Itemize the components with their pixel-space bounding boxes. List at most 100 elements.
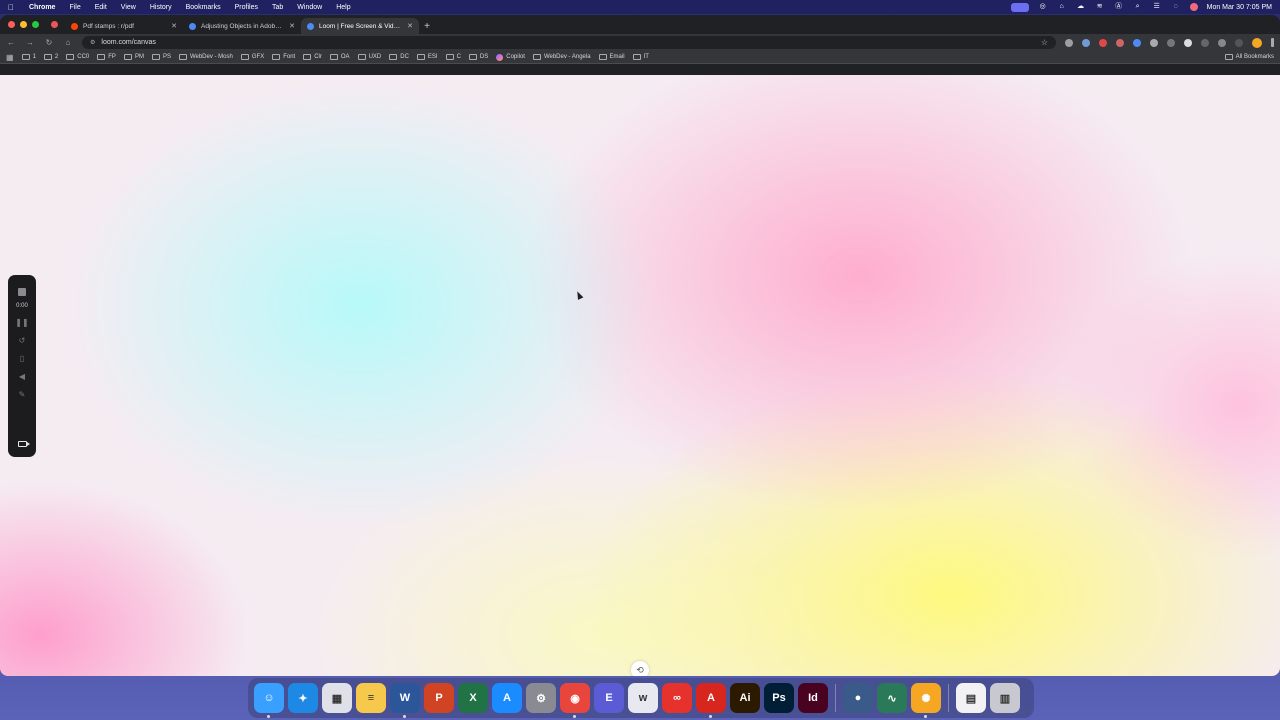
bookmark-folder[interactable]: FP [97,54,116,60]
input-source-icon[interactable]: Ⓐ [1114,3,1124,11]
apple-icon[interactable]:  [0,3,22,12]
dock-word-icon[interactable]: W [390,683,420,718]
reload-icon[interactable]: ↻ [44,38,54,47]
bookmark-folder[interactable]: PS [151,54,171,60]
close-tab-icon[interactable]: ✕ [407,22,413,30]
siri-icon[interactable]: ◌ [1171,3,1181,11]
close-tab-icon[interactable]: ✕ [289,22,295,30]
extension-1-icon[interactable] [1065,38,1073,47]
dock-webstorm-icon[interactable]: w [628,683,658,713]
home-icon[interactable]: ⌂ [63,38,73,47]
bookmark-folder[interactable]: Email [598,54,625,60]
extension-5-icon[interactable] [1133,38,1141,47]
menu-view[interactable]: View [114,4,143,11]
dock-chrome-icon[interactable]: ◉ [560,683,590,718]
bookmark-folder[interactable]: DS [468,54,488,60]
draw-button[interactable]: ✎ [12,385,32,403]
apps-grid-icon[interactable]: ▦ [6,53,14,62]
loom-canvas[interactable]: 0:00 ❚❚ ↺ ▯ ◀ ✎ ⟲ [0,75,1280,676]
stop-recording-button[interactable] [12,283,32,301]
menu-help[interactable]: Help [329,4,357,11]
extension-2-icon[interactable] [1082,38,1090,47]
control-center-icon[interactable]: ☰ [1152,3,1162,11]
bookmark-folder[interactable]: C [445,54,461,60]
bookmark-folder[interactable]: UXD [357,54,381,60]
bookmark-folder[interactable]: ESI [416,54,438,60]
user-avatar-icon[interactable] [1189,3,1198,11]
profile-avatar[interactable] [1252,37,1262,48]
tab-loom[interactable]: Loom | Free Screen & Video F ✕ [301,18,419,34]
bookmark-copilot[interactable]: Copilot [496,53,525,61]
dock-acrobat-icon[interactable]: A [696,683,726,718]
dock-creative-cloud-icon[interactable]: ∞ [662,683,692,713]
dock-illustrator-icon[interactable]: Ai [730,683,760,713]
gamepad-icon[interactable]: ⌂ [1057,3,1067,11]
bookmark-folder[interactable]: IT [632,54,649,60]
extension-4-icon[interactable] [1116,38,1124,47]
bookmark-star-icon[interactable]: ☆ [1041,38,1048,47]
extension-3-icon[interactable] [1099,38,1107,47]
minimize-window-button[interactable] [20,21,27,28]
extension-8-icon[interactable] [1184,38,1192,47]
search-icon[interactable]: ⌕ [1133,3,1143,11]
extension-9-icon[interactable] [1201,38,1209,47]
menu-bookmarks[interactable]: Bookmarks [179,4,228,11]
dock-loom-icon[interactable]: ✺ [911,683,941,718]
menu-app-name[interactable]: Chrome [22,4,62,11]
dock-photoshop-icon[interactable]: Ps [764,683,794,713]
dock-system-settings-icon[interactable]: ⚙ [526,683,556,713]
all-bookmarks-button[interactable]: All Bookmarks [1224,54,1274,60]
dock-activity-monitor-icon[interactable]: ∿ [877,683,907,713]
bookmark-folder[interactable]: 1 [21,54,36,60]
menu-window[interactable]: Window [290,4,329,11]
loom-bubble-button[interactable]: ⟲ [631,661,649,676]
side-panel-icon[interactable] [1235,38,1243,47]
close-tab-icon[interactable]: ✕ [171,22,177,30]
bookmark-folder[interactable]: WebDev - Angela [532,54,591,60]
pinned-tab[interactable] [47,17,61,31]
site-info-icon[interactable]: ⚙ [90,39,95,46]
bookmark-folder[interactable]: CC0 [66,54,89,60]
menu-tab[interactable]: Tab [265,4,290,11]
bookmark-folder[interactable]: OA [329,54,350,60]
menu-file[interactable]: File [62,4,87,11]
puzzle-extensions-icon[interactable] [1218,38,1226,47]
bookmark-folder[interactable]: Clr [303,54,322,60]
dock-excel-icon[interactable]: X [458,683,488,713]
dock-editor-icon[interactable]: E [594,683,624,713]
url-text[interactable]: loom.com/canvas [101,39,155,46]
delete-button[interactable]: ▯ [12,349,32,367]
dock-powerpoint-icon[interactable]: P [424,683,454,713]
restart-button[interactable]: ↺ [12,331,32,349]
dock-app-store-icon[interactable]: A [492,683,522,713]
more-menu-icon[interactable] [1271,38,1274,47]
dock-notes-icon[interactable]: ≡ [356,683,386,713]
dock-safari-icon[interactable]: ✦ [288,683,318,713]
back-arrow-icon[interactable]: ← [6,38,16,47]
bookmark-folder[interactable]: GFX [240,54,264,60]
menu-history[interactable]: History [143,4,179,11]
menu-edit[interactable]: Edit [88,4,114,11]
dock-trash-icon[interactable]: ▥ [990,683,1020,713]
menubar-clock[interactable]: Mon Mar 30 7:05 PM [1207,4,1272,11]
tab-adobe[interactable]: Adjusting Objects in Adobe A ✕ [183,18,301,34]
dock-document-icon[interactable]: ▤ [956,683,986,713]
extension-7-icon[interactable] [1167,38,1175,47]
camera-button[interactable] [12,435,32,453]
bookmark-folder[interactable]: DC [389,54,409,60]
extension-6-icon[interactable] [1150,38,1158,47]
close-window-button[interactable] [8,21,15,28]
dock-indesign-icon[interactable]: Id [798,683,828,713]
wifi-icon[interactable]: ≋ [1095,3,1105,11]
dock-finder-icon[interactable]: ☺ [254,683,284,718]
tab-reddit[interactable]: Pdf stamps : r/pdf ✕ [65,18,183,34]
new-tab-button[interactable]: + [419,18,435,34]
pause-button[interactable]: ❚❚ [12,313,32,331]
bookmark-folder[interactable]: 2 [43,54,58,60]
bookmark-folder[interactable]: WebDev - Mosh [178,54,233,60]
zoom-window-button[interactable] [32,21,39,28]
mute-button[interactable]: ◀ [12,367,32,385]
screen-record-icon[interactable] [1010,2,1029,12]
forward-arrow-icon[interactable]: → [25,38,35,47]
bookmark-folder[interactable]: PM [123,54,144,60]
